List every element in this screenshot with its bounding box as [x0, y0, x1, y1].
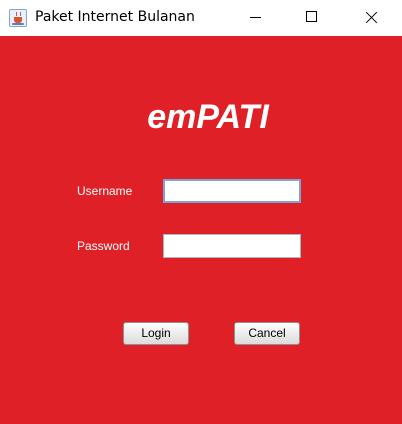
username-input[interactable] — [163, 179, 301, 203]
title-bar[interactable]: Paket Internet Bulanan — [0, 0, 402, 36]
brand-title: emPATI — [147, 98, 269, 136]
window-title: Paket Internet Bulanan — [35, 9, 195, 25]
maximize-icon — [306, 11, 317, 22]
maximize-button[interactable] — [289, 0, 335, 36]
close-button[interactable] — [348, 0, 394, 36]
username-label: Username — [77, 184, 133, 198]
login-button[interactable]: Login — [123, 322, 189, 345]
login-window: Paket Internet Bulanan emPATI Username P… — [0, 0, 402, 424]
minimize-button[interactable] — [232, 0, 278, 36]
java-cup-icon[interactable] — [9, 9, 27, 27]
password-input[interactable] — [163, 234, 301, 258]
password-label: Password — [77, 239, 130, 253]
login-panel: emPATI Username Password Login Cancel — [0, 36, 402, 424]
cancel-button[interactable]: Cancel — [234, 322, 300, 345]
minimize-icon — [250, 17, 261, 18]
